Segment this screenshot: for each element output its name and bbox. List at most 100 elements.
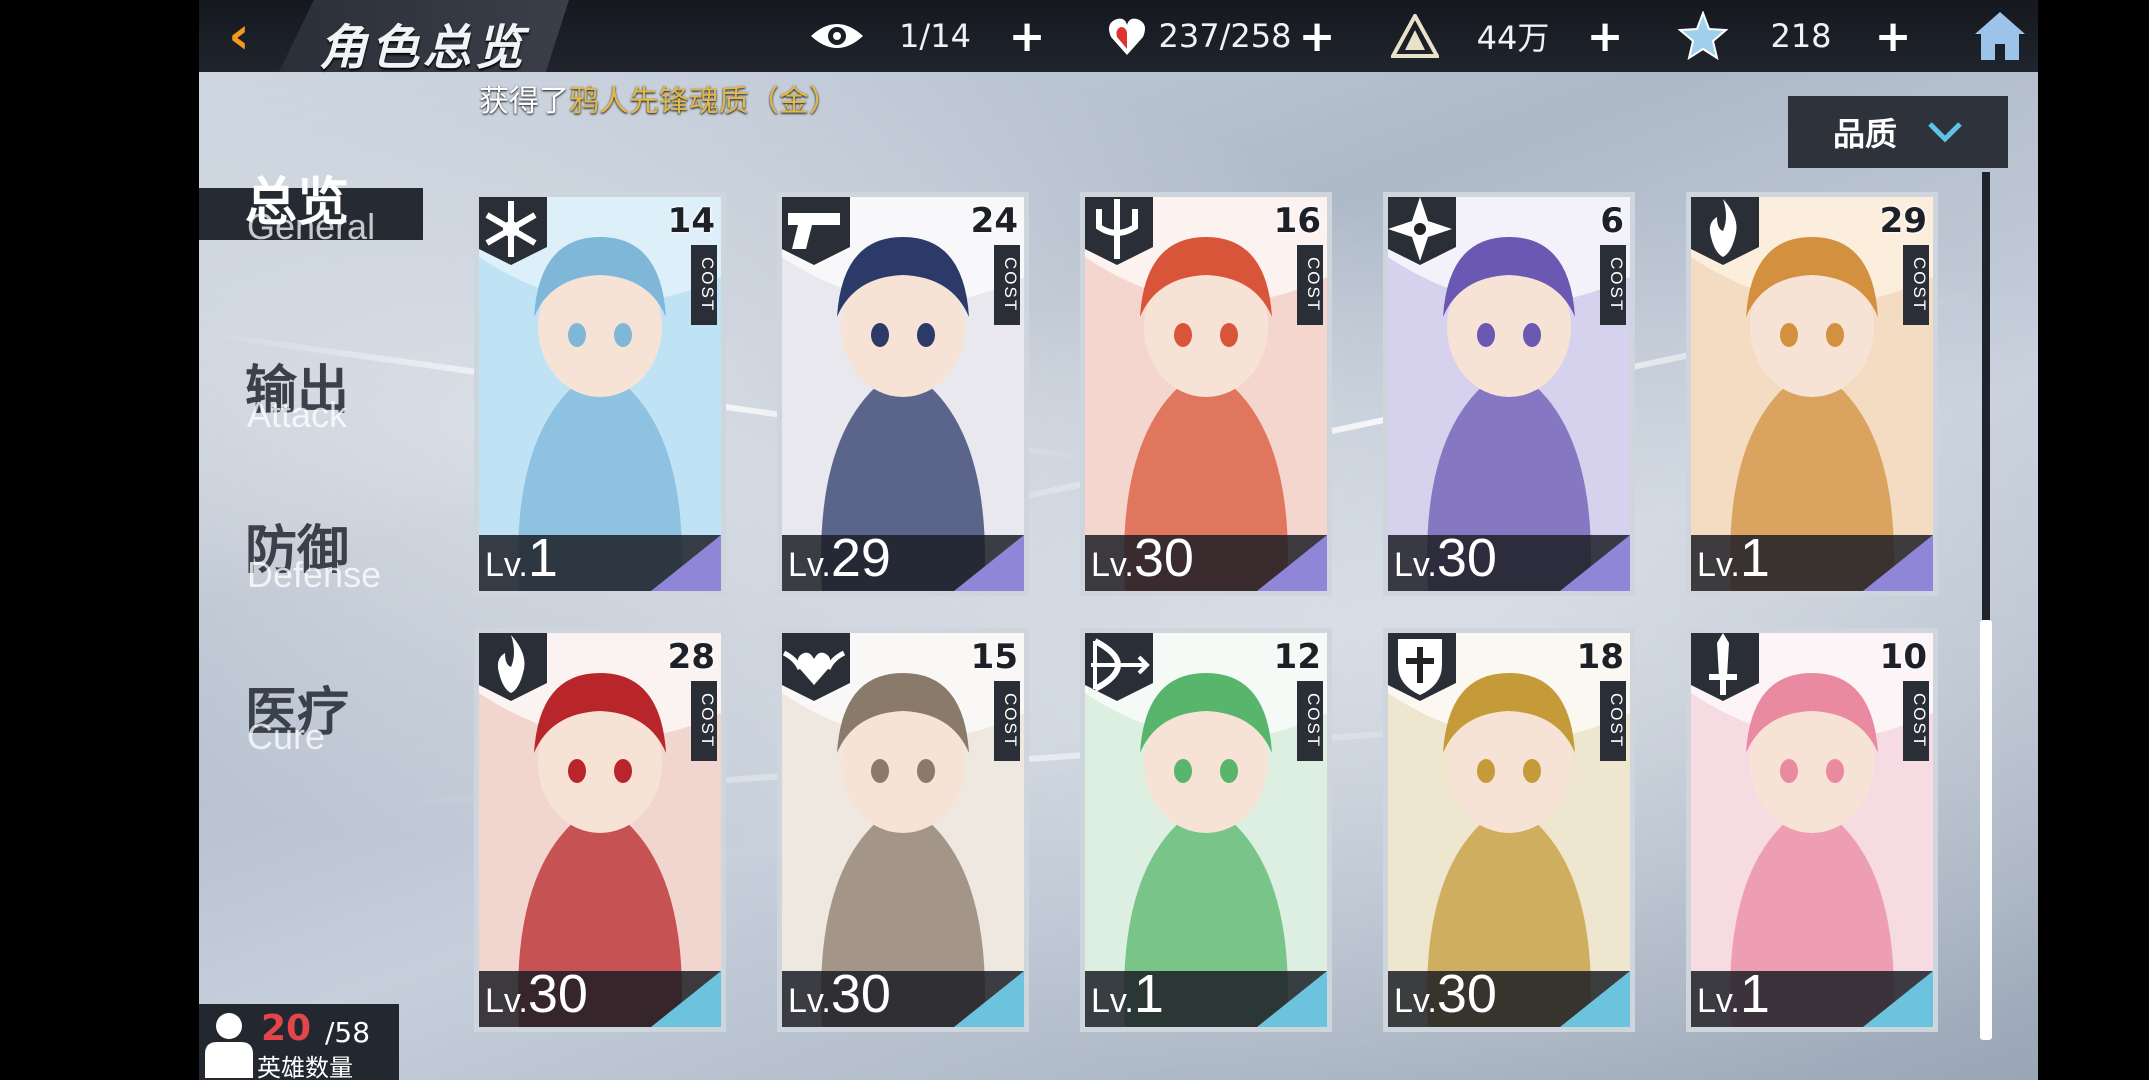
add-gems-button[interactable]: + xyxy=(1871,11,1915,62)
level-value: 1 xyxy=(1739,964,1770,1024)
notice-prefix: 获得了 xyxy=(479,84,569,119)
level-bar: Lv.30 xyxy=(1085,528,1327,591)
back-button[interactable]: ‹ xyxy=(209,6,269,66)
rarity-corner xyxy=(1560,535,1630,591)
level-value: 1 xyxy=(1739,528,1770,588)
resource-gems-value: 218 xyxy=(1770,17,1832,55)
resource-stamina: 237/258 + xyxy=(1099,10,1339,62)
filter-label: 品质 xyxy=(1832,115,1897,153)
level-prefix: Lv. xyxy=(1394,982,1437,1020)
character-card[interactable]: 16 COST Lv.30 xyxy=(1080,192,1332,596)
level-prefix: Lv. xyxy=(485,982,528,1020)
character-card[interactable]: 28 COST Lv.30 xyxy=(474,628,726,1032)
eye-icon xyxy=(809,10,865,62)
character-grid: 14 COST Lv.1 24 COST Lv.29 16 COST Lv.30 6 COST Lv.… xyxy=(474,192,1938,1032)
quality-filter-dropdown[interactable]: 品质 xyxy=(1788,96,2008,168)
rarity-corner xyxy=(954,971,1024,1027)
level-prefix: Lv. xyxy=(1091,546,1134,584)
cost-value: 29 xyxy=(1879,201,1927,241)
level-text: Lv.1 xyxy=(1697,963,1770,1025)
home-button[interactable] xyxy=(1969,6,2031,66)
person-icon xyxy=(205,1013,253,1078)
tab-attack[interactable]: 输出 Attack xyxy=(199,348,439,448)
star-badge-icon xyxy=(1675,10,1731,62)
cost-value: 15 xyxy=(970,637,1018,677)
tab-general[interactable]: 总览 General xyxy=(199,160,439,270)
character-card[interactable]: 12 COST Lv.1 xyxy=(1080,628,1332,1032)
add-stamina-button[interactable]: + xyxy=(1295,11,1339,62)
character-card[interactable]: 15 COST Lv.30 xyxy=(777,628,1029,1032)
bow-icon xyxy=(1085,633,1153,701)
level-bar: Lv.29 xyxy=(782,528,1024,591)
character-card[interactable]: 24 COST Lv.29 xyxy=(777,192,1029,596)
game-screen: ‹ 角色总览 1/14 + 237/258 + 44万 + 218 + 获得了鸦… xyxy=(199,0,2038,1080)
level-prefix: Lv. xyxy=(1697,982,1740,1020)
hero-count-max: /58 xyxy=(325,1016,371,1049)
add-views-button[interactable]: + xyxy=(1005,11,1049,62)
character-card[interactable]: 29 COST Lv.1 xyxy=(1686,192,1938,596)
level-bar: Lv.30 xyxy=(479,964,721,1027)
level-value: 30 xyxy=(830,964,891,1024)
rarity-corner xyxy=(954,535,1024,591)
cost-label: COST xyxy=(1903,245,1929,325)
scrollbar-thumb[interactable] xyxy=(1980,620,1992,1040)
flame-icon xyxy=(479,633,547,701)
character-card[interactable]: 14 COST Lv.1 xyxy=(474,192,726,596)
tab-cure[interactable]: 医疗 Cure xyxy=(199,670,439,770)
level-bar: Lv.1 xyxy=(1085,964,1327,1027)
resource-views: 1/14 + xyxy=(809,10,1049,62)
tab-defense-sublabel: Defense xyxy=(247,554,382,595)
level-prefix: Lv. xyxy=(788,546,831,584)
level-text: Lv.30 xyxy=(788,963,891,1025)
level-value: 30 xyxy=(1436,528,1497,588)
chevron-down-icon xyxy=(1928,122,1962,143)
level-bar: Lv.30 xyxy=(1388,964,1630,1027)
hero-count-current: 20 xyxy=(261,1008,312,1049)
snowflake-icon xyxy=(479,197,547,265)
tab-attack-sublabel: Attack xyxy=(247,394,348,435)
rarity-corner xyxy=(651,971,721,1027)
rarity-corner xyxy=(1257,971,1327,1027)
winged-heart-icon xyxy=(782,633,850,701)
level-prefix: Lv. xyxy=(1091,982,1134,1020)
level-text: Lv.1 xyxy=(485,527,558,589)
character-card[interactable]: 6 COST Lv.30 xyxy=(1383,192,1635,596)
level-bar: Lv.1 xyxy=(479,528,721,591)
level-prefix: Lv. xyxy=(788,982,831,1020)
resource-gold: 44万 + xyxy=(1387,10,1627,62)
cost-label: COST xyxy=(691,681,717,761)
level-value: 1 xyxy=(527,528,558,588)
level-value: 29 xyxy=(830,528,891,588)
tab-defense[interactable]: 防御 Defense xyxy=(199,508,439,608)
cost-value: 28 xyxy=(667,637,715,677)
character-card[interactable]: 10 COST Lv.1 xyxy=(1686,628,1938,1032)
tab-cure-sublabel: Cure xyxy=(247,716,326,757)
resource-gold-value: 44万 xyxy=(1476,19,1550,57)
level-text: Lv.30 xyxy=(1394,527,1497,589)
home-icon xyxy=(1975,12,2025,60)
level-text: Lv.30 xyxy=(1091,527,1194,589)
level-text: Lv.1 xyxy=(1091,963,1164,1025)
resource-views-value: 1/14 xyxy=(899,17,971,55)
character-card[interactable]: 18 COST Lv.30 xyxy=(1383,628,1635,1032)
level-value: 30 xyxy=(1133,528,1194,588)
triangle-emblem-icon xyxy=(1387,10,1443,62)
level-prefix: Lv. xyxy=(485,546,528,584)
acquisition-notice: 获得了鸦人先锋魂质（金） xyxy=(479,76,839,120)
cross-shield-icon xyxy=(1388,633,1456,701)
rarity-corner xyxy=(1863,535,1933,591)
level-value: 30 xyxy=(1436,964,1497,1024)
cost-label: COST xyxy=(691,245,717,325)
level-text: Lv.29 xyxy=(788,527,891,589)
level-bar: Lv.1 xyxy=(1691,964,1933,1027)
level-bar: Lv.30 xyxy=(782,964,1024,1027)
level-text: Lv.30 xyxy=(1394,963,1497,1025)
shuriken-icon xyxy=(1388,197,1456,265)
tab-general-sublabel: General xyxy=(247,206,376,247)
add-gold-button[interactable]: + xyxy=(1583,11,1627,62)
cost-value: 10 xyxy=(1879,637,1927,677)
rarity-corner xyxy=(651,535,721,591)
level-bar: Lv.30 xyxy=(1388,528,1630,591)
cost-value: 16 xyxy=(1273,201,1321,241)
cost-value: 14 xyxy=(667,201,715,241)
